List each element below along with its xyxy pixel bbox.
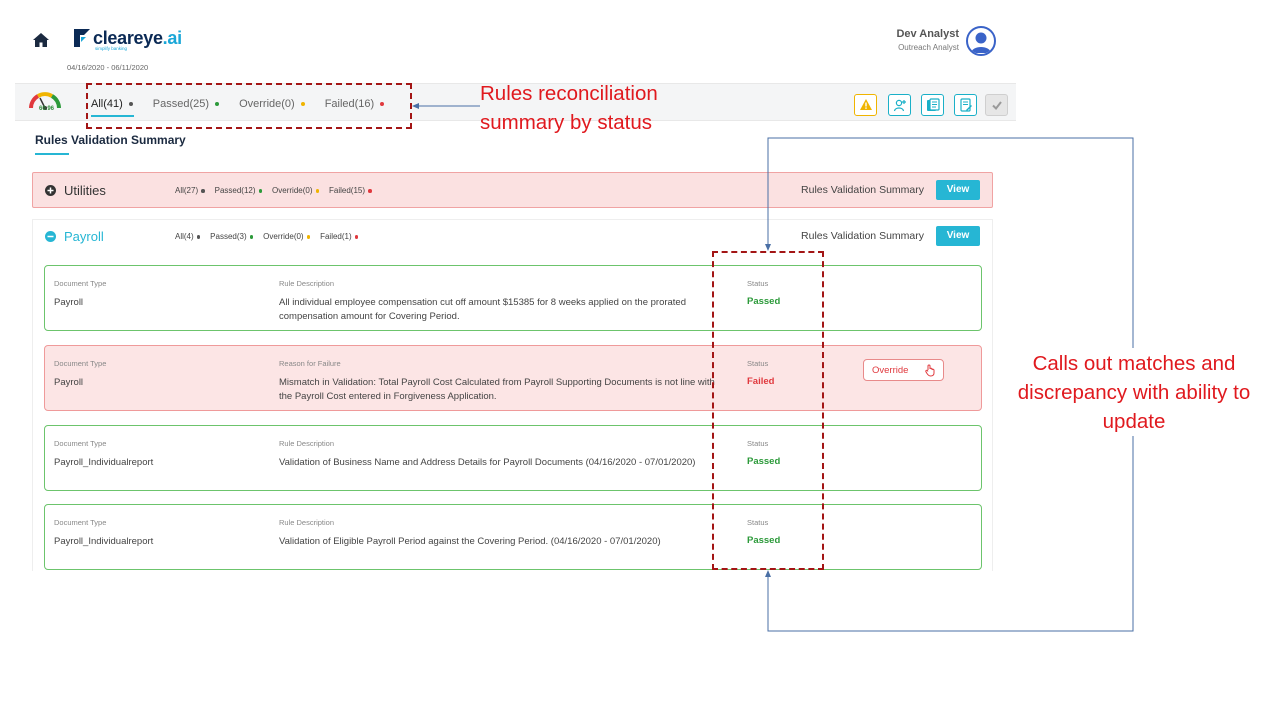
add-user-button[interactable] bbox=[888, 94, 911, 116]
status-summary-highlight bbox=[86, 83, 412, 129]
group-counts: All(27) Passed(12) Override(0) Failed(15… bbox=[175, 186, 382, 195]
logo-tagline: simplify banking bbox=[95, 46, 128, 51]
doc-type-value: Payroll bbox=[54, 297, 84, 308]
user-name: Dev Analyst bbox=[896, 28, 959, 40]
view-button[interactable]: View bbox=[936, 180, 980, 200]
date-range: 04/16/2020 - 06/11/2020 bbox=[67, 63, 149, 72]
override-button[interactable]: Override bbox=[863, 359, 944, 381]
rule-card-passed: Document Type Payroll_Individualreport R… bbox=[44, 504, 982, 570]
count-all: All(27) bbox=[175, 186, 205, 195]
doc-type-value: Payroll_Individualreport bbox=[54, 457, 154, 468]
description-label: Rule Description bbox=[279, 518, 335, 527]
doc-type-label: Document Type bbox=[54, 359, 107, 368]
annotation-status-summary: Rules reconciliation summary by status bbox=[480, 82, 658, 134]
doc-type-label: Document Type bbox=[54, 439, 107, 448]
count-passed: Passed(3) bbox=[210, 232, 254, 241]
description-value: Validation of Eligible Payroll Period ag… bbox=[279, 536, 661, 547]
group-name[interactable]: Payroll bbox=[64, 229, 104, 244]
title-underline bbox=[35, 153, 69, 155]
group-utilities: Utilities All(27) Passed(12) Override(0)… bbox=[32, 172, 993, 208]
report-edit-icon bbox=[959, 98, 972, 112]
avatar[interactable] bbox=[966, 26, 996, 56]
group-summary-label: Rules Validation Summary bbox=[801, 184, 924, 196]
user-info: Dev Analyst Outreach Analyst bbox=[896, 28, 959, 52]
expand-plus-icon[interactable] bbox=[45, 185, 56, 196]
count-all: All(4) bbox=[175, 232, 201, 241]
count-override: Override(0) bbox=[272, 186, 319, 195]
description-value: All individual employee compensation cut… bbox=[279, 297, 687, 322]
rule-card-passed: Document Type Payroll Rule Description A… bbox=[44, 265, 982, 331]
warning-icon bbox=[859, 99, 872, 110]
doc-type-value: Payroll bbox=[54, 377, 84, 388]
approve-button[interactable] bbox=[985, 94, 1008, 116]
doc-type-label: Document Type bbox=[54, 518, 107, 527]
status-column-highlight bbox=[712, 251, 824, 570]
warning-button[interactable] bbox=[854, 94, 877, 116]
add-user-icon bbox=[893, 99, 906, 112]
group-name[interactable]: Utilities bbox=[64, 183, 106, 198]
description-label: Rule Description bbox=[279, 279, 335, 288]
check-icon bbox=[991, 101, 1002, 111]
failure-reason-label: Reason for Failure bbox=[279, 359, 341, 368]
description-label: Rule Description bbox=[279, 439, 335, 448]
logo-mark-icon bbox=[74, 29, 90, 47]
home-icon[interactable] bbox=[32, 31, 50, 49]
count-failed: Failed(1) bbox=[320, 232, 359, 241]
failure-reason-value: Mismatch in Validation: Total Payroll Co… bbox=[279, 377, 715, 402]
count-override: Override(0) bbox=[263, 232, 311, 241]
page-title: Rules Validation Summary bbox=[35, 133, 186, 147]
user-role: Outreach Analyst bbox=[898, 43, 959, 52]
count-failed: Failed(15) bbox=[329, 186, 372, 195]
doc-type-value: Payroll_Individualreport bbox=[54, 536, 154, 547]
view-button[interactable]: View bbox=[936, 226, 980, 246]
annotation-callout: Calls out matches and discrepancy with a… bbox=[1017, 352, 1251, 433]
top-header: cleareye.ai simplify banking Dev Analyst… bbox=[15, 0, 1016, 72]
cleareye-logo: cleareye.ai simplify banking bbox=[72, 27, 182, 55]
documents-button[interactable] bbox=[921, 94, 944, 116]
group-counts: All(4) Passed(3) Override(0) Failed(1) bbox=[175, 232, 368, 241]
count-passed: Passed(12) bbox=[215, 186, 263, 195]
rule-card-passed: Document Type Payroll_Individualreport R… bbox=[44, 425, 982, 491]
document-icon bbox=[926, 98, 940, 111]
user-icon bbox=[971, 32, 991, 53]
score-value: 60.96 bbox=[39, 106, 55, 112]
doc-type-label: Document Type bbox=[54, 279, 107, 288]
hand-pointer-icon bbox=[925, 364, 935, 377]
description-value: Validation of Business Name and Address … bbox=[279, 457, 696, 468]
report-edit-button[interactable] bbox=[954, 94, 977, 116]
group-summary-label: Rules Validation Summary bbox=[801, 230, 924, 242]
rule-card-failed: Document Type Payroll Reason for Failure… bbox=[44, 345, 982, 411]
collapse-minus-icon[interactable] bbox=[45, 231, 56, 242]
